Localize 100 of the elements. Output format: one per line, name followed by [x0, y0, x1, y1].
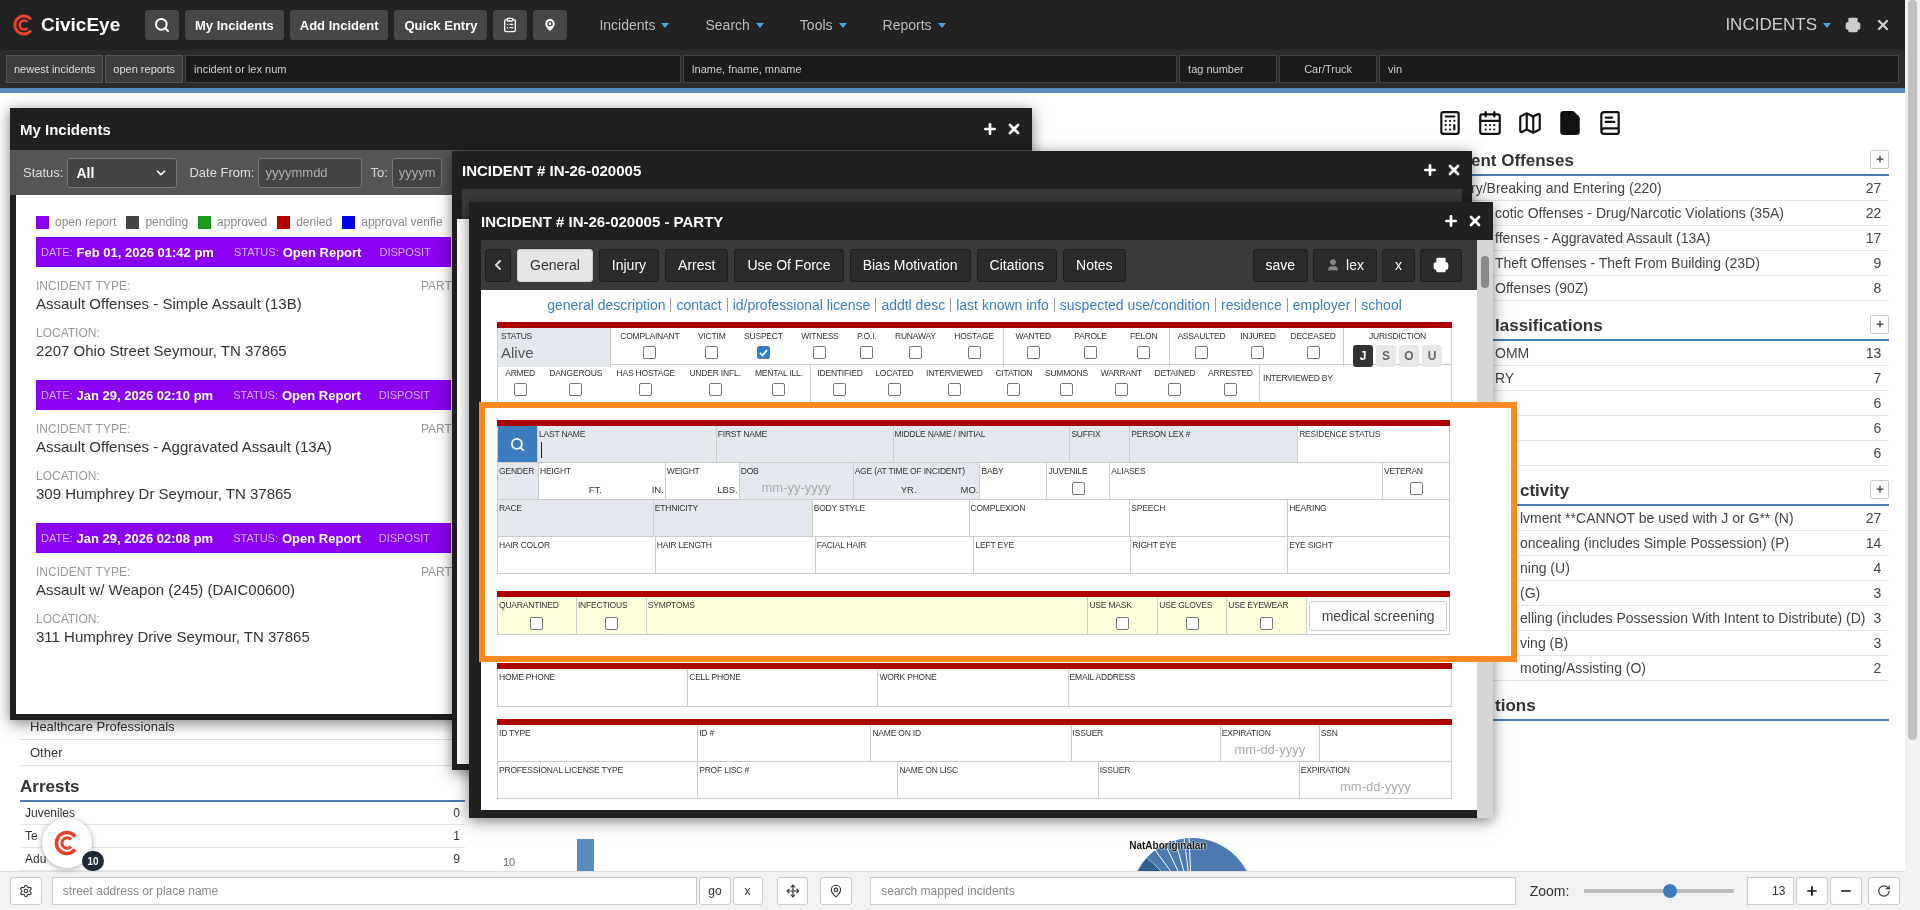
checkbox[interactable] — [1007, 383, 1021, 396]
form-field[interactable]: RIGHT EYE — [1131, 537, 1289, 574]
tab[interactable]: General — [517, 248, 593, 282]
calendar-icon[interactable] — [1477, 110, 1503, 136]
checkbox[interactable] — [887, 383, 901, 396]
print-icon[interactable] — [1845, 17, 1861, 33]
map-pin-button[interactable] — [533, 10, 568, 40]
section-link[interactable]: last known info — [956, 297, 1049, 313]
clear-button[interactable]: x — [732, 877, 763, 905]
checkbox[interactable] — [1114, 383, 1128, 396]
toggle-button[interactable]: J — [1353, 345, 1373, 367]
section-link[interactable]: suspected use/condition — [1059, 297, 1211, 313]
tab[interactable]: Bias Motivation — [849, 248, 971, 282]
checkbox[interactable] — [708, 383, 722, 396]
checkbox[interactable] — [1084, 346, 1097, 359]
form-field[interactable]: SSN — [1319, 725, 1452, 762]
section-link[interactable]: contact — [676, 297, 722, 313]
date-field[interactable]: yyyym — [391, 157, 442, 188]
nav-button[interactable]: Quick Entry — [394, 10, 488, 40]
tab[interactable]: Injury — [598, 248, 660, 282]
date-input[interactable]: mm-dd-yyyy — [1300, 779, 1450, 794]
form-field[interactable]: PROF LISC # — [698, 762, 899, 799]
close-icon[interactable] — [1875, 17, 1891, 33]
locate-button[interactable] — [776, 877, 809, 905]
scrollbar-thumb[interactable] — [1481, 256, 1489, 288]
search-field[interactable]: tag number — [1179, 55, 1278, 83]
go-button[interactable]: go — [699, 877, 731, 905]
checkbox[interactable] — [1185, 617, 1199, 630]
form-field[interactable]: EYE SIGHT — [1288, 537, 1450, 574]
add-button[interactable] — [1870, 479, 1890, 499]
action-button[interactable]: x — [1382, 248, 1415, 282]
form-field[interactable]: HAIR COLOR — [498, 537, 656, 574]
form-field[interactable]: ETHNICITY — [653, 500, 813, 537]
tab[interactable]: Arrest — [665, 248, 729, 282]
section-link[interactable]: employer — [1292, 297, 1351, 313]
tab[interactable]: Citations — [976, 248, 1058, 282]
form-field[interactable]: USE MASK — [1088, 597, 1159, 635]
section-link[interactable]: addtl desc — [881, 297, 946, 313]
form-field[interactable]: ALIASES — [1110, 463, 1384, 500]
nav-menu[interactable]: Tools — [799, 17, 833, 33]
form-field[interactable]: ISSUER — [1071, 725, 1221, 762]
toggle-button[interactable]: U — [1422, 345, 1442, 367]
refresh-button[interactable] — [1868, 877, 1901, 905]
checkbox[interactable] — [1194, 346, 1208, 359]
form-field[interactable]: BODY STYLE — [812, 500, 970, 537]
form-field[interactable]: SPEECH — [1130, 500, 1289, 537]
search-field[interactable]: vin — [1379, 55, 1899, 83]
nav-button[interactable]: My Incidents — [185, 10, 284, 40]
expand-icon[interactable] — [1443, 213, 1459, 229]
section-link[interactable]: school — [1361, 297, 1402, 313]
search-field[interactable]: incident or lex num — [185, 55, 682, 83]
form-field[interactable]: MIDDLE NAME / INITIAL — [893, 426, 1071, 463]
map-icon[interactable] — [1517, 110, 1543, 136]
module-menu[interactable]: INCIDENTS — [1725, 15, 1817, 35]
form-field[interactable]: DOB mm-yy-yyyy — [739, 463, 854, 500]
form-field[interactable]: HAIR LENGTH — [655, 537, 816, 574]
back-button[interactable] — [485, 248, 511, 282]
form-field[interactable]: LEFT EYE — [974, 537, 1132, 574]
checkbox[interactable] — [1116, 617, 1130, 630]
form-field[interactable]: QUARANTINED — [498, 597, 577, 635]
quick-search-button[interactable]: newest incidents — [6, 55, 104, 83]
date-input[interactable]: mm-yy-yyyy — [740, 480, 852, 495]
settings-button[interactable] — [10, 877, 42, 905]
search-button[interactable] — [145, 10, 179, 40]
checkbox[interactable] — [530, 617, 544, 630]
medical-screening-button[interactable]: medical screening — [1309, 600, 1447, 631]
checkbox[interactable] — [643, 346, 657, 359]
nav-button[interactable]: Add Incident — [289, 10, 389, 40]
checkbox[interactable] — [1137, 346, 1151, 359]
form-field[interactable]: EMAIL ADDRESS — [1068, 669, 1452, 707]
checkbox[interactable] — [1223, 383, 1237, 396]
add-button[interactable] — [1870, 314, 1890, 334]
map-search-field[interactable]: search mapped incidents — [870, 877, 1516, 905]
form-field[interactable]: NAME ON ID — [871, 725, 1072, 762]
section-link[interactable]: id/professional license — [732, 297, 871, 313]
form-field[interactable]: RACE — [498, 500, 654, 537]
form-field[interactable]: SYMPTOMS — [646, 597, 1089, 635]
action-button[interactable]: save — [1252, 248, 1309, 282]
form-field[interactable]: INFECTIOUS — [576, 597, 647, 635]
checkbox[interactable] — [1260, 617, 1274, 630]
form-field[interactable]: VETERAN — [1383, 463, 1450, 500]
form-field[interactable]: AGE (AT TIME OF INCIDENT) YR. MO. — [853, 463, 981, 500]
address-field[interactable]: street address or place name — [51, 877, 698, 905]
form-field[interactable]: USE EYEWEAR — [1227, 597, 1308, 635]
form-field[interactable]: HEIGHT FT. IN. — [538, 463, 666, 500]
form-field[interactable]: CELL PHONE — [688, 669, 879, 707]
date-field[interactable]: yyyymmdd — [258, 157, 363, 188]
nav-menu[interactable]: Reports — [882, 17, 932, 33]
select-field[interactable]: Car/Truck — [1279, 55, 1378, 83]
close-icon[interactable] — [1446, 162, 1462, 178]
book-icon[interactable] — [1597, 110, 1623, 136]
checkbox[interactable] — [947, 383, 961, 396]
form-field[interactable]: COMPLEXION — [969, 500, 1131, 537]
section-link[interactable]: residence — [1221, 297, 1282, 313]
form-field[interactable]: WEIGHT LBS. — [665, 463, 740, 500]
form-field[interactable]: LAST NAME — [537, 426, 717, 463]
toggle-button[interactable]: S — [1376, 345, 1396, 367]
zoom-in-button[interactable] — [1796, 877, 1829, 905]
expand-icon[interactable] — [1422, 162, 1438, 178]
checkbox[interactable] — [860, 346, 874, 359]
